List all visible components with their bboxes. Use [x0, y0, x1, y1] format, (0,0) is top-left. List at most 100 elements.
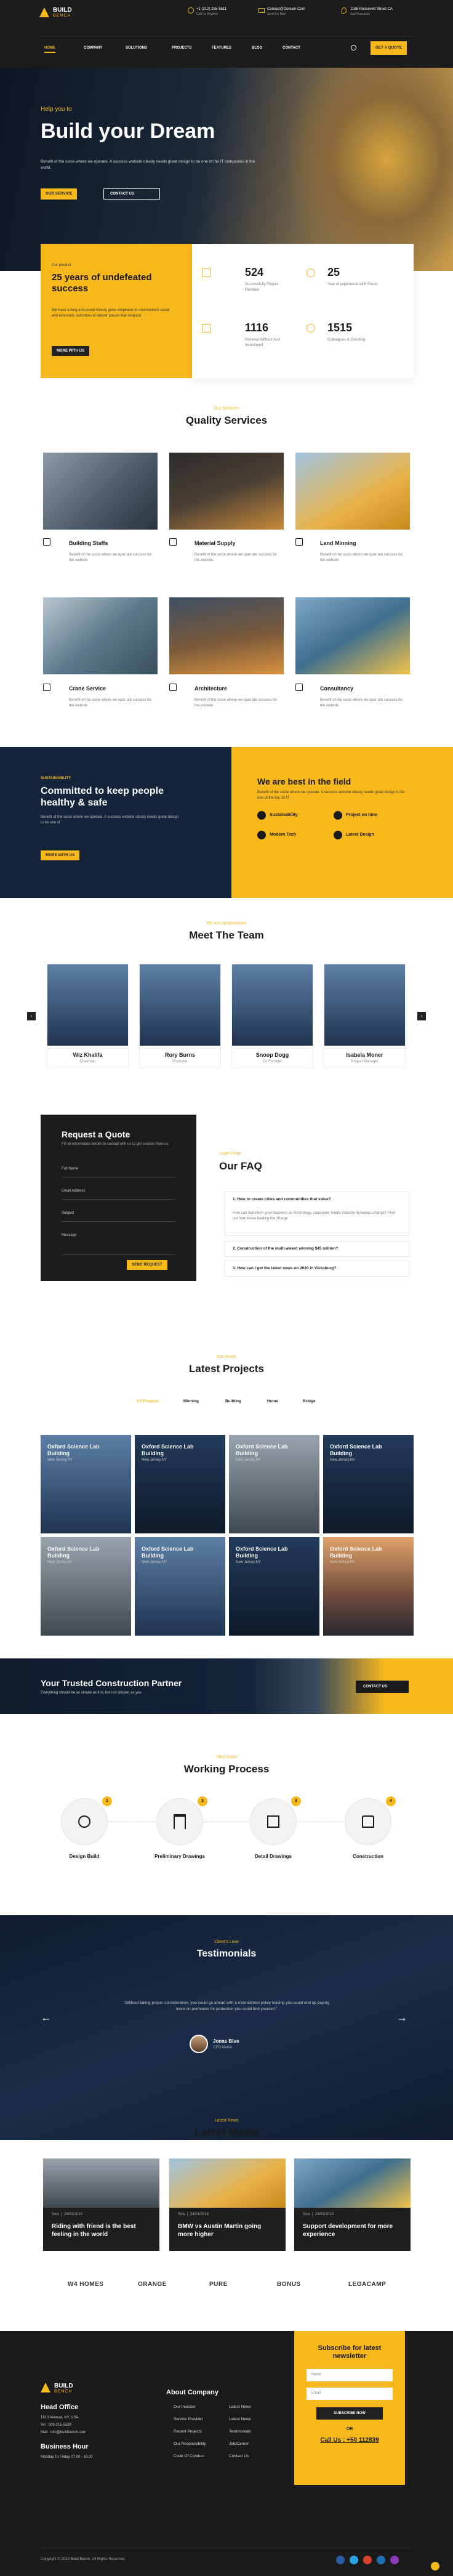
- newsletter-name-input[interactable]: Name: [307, 2369, 393, 2381]
- footer-logo-line2: BENCH: [54, 2389, 73, 2394]
- contact-us-button[interactable]: CONTACT US: [103, 188, 160, 200]
- team-card-2[interactable]: Rory Burns Promoter: [139, 964, 221, 1068]
- project-tile-3[interactable]: Oxford Science Lab Building New Jersey,NY: [229, 1435, 319, 1533]
- email-address-placeholder: Email Address: [62, 1189, 86, 1193]
- filter-minning[interactable]: Minning: [183, 1399, 199, 1403]
- team-prev-arrow[interactable]: ‹: [27, 1012, 36, 1020]
- testimonial-next-arrow[interactable]: →: [396, 2011, 407, 2024]
- footer-link-8[interactable]: Testimonials: [229, 2429, 251, 2434]
- full-name-field[interactable]: Full Name: [62, 1164, 175, 1177]
- footer-link-4[interactable]: Our Responsibility: [174, 2442, 206, 2446]
- footer-link-2[interactable]: Service Provider: [174, 2417, 203, 2421]
- footer-link-10[interactable]: Contact Us: [229, 2454, 249, 2458]
- subject-field[interactable]: Subject: [62, 1208, 175, 1222]
- our-service-button[interactable]: OUR SERVICE: [41, 188, 78, 200]
- team-card-1[interactable]: Wiz Khalifa Chairman: [47, 964, 129, 1068]
- project-tile-4[interactable]: Oxford Science Lab Building New Jersey,NY: [323, 1435, 414, 1533]
- team-photo-1: [47, 964, 128, 1046]
- footer-link-1[interactable]: Our Investor: [174, 2405, 196, 2409]
- facebook-icon[interactable]: [336, 2556, 345, 2564]
- team-name-1: Wiz Khalifa: [73, 1052, 103, 1058]
- nav-item-features[interactable]: FEATURES: [212, 46, 231, 50]
- team-next-arrow[interactable]: ›: [417, 1012, 426, 1020]
- filter-all-projects[interactable]: All Projects: [137, 1399, 159, 1403]
- stat-value-2: 25: [327, 266, 340, 278]
- linkedin-icon[interactable]: [377, 2556, 385, 2564]
- filter-home[interactable]: Home: [267, 1399, 278, 1403]
- project-title-6: Oxford Science Lab Building: [142, 1546, 194, 1559]
- service-title-2[interactable]: Material Supply: [194, 540, 236, 546]
- media-card-3[interactable]: Sow | 24/01/2018 Support development for…: [294, 2158, 411, 2251]
- nav-item-company[interactable]: COMPANY: [84, 46, 102, 50]
- sustain-right-title: We are best in the field: [257, 777, 351, 786]
- subscribe-button[interactable]: SUBSCRIBE NOW: [316, 2407, 383, 2420]
- get-quote-button[interactable]: GET A QUOTE: [371, 41, 407, 55]
- nav-item-contact[interactable]: CONTACT: [283, 46, 300, 50]
- footer-link-9[interactable]: Job/Career: [229, 2442, 249, 2446]
- faq-item-2[interactable]: 2. Construction of the multi-award winni…: [225, 1241, 409, 1257]
- faq-item-1[interactable]: 1. How to create cities and communities …: [225, 1192, 409, 1236]
- hero-title: Build your Dream: [41, 119, 215, 143]
- media-card-2[interactable]: Sow | 24/01/2018 BMW vs Austin Martin go…: [169, 2158, 286, 2251]
- partner-logo-4[interactable]: BONUS: [277, 2281, 301, 2288]
- team-card-4[interactable]: Isabela Moner Project Manager: [324, 964, 406, 1068]
- search-icon[interactable]: [351, 45, 356, 50]
- project-sub-5: New Jersey,NY: [47, 1561, 73, 1564]
- service-title-6[interactable]: Consultancy: [320, 685, 353, 692]
- media-author-3: Sow: [303, 2213, 310, 2216]
- project-tile-1[interactable]: Oxford Science Lab Building New Jersey,NY: [41, 1435, 131, 1533]
- service-title-3[interactable]: Land Minning: [320, 540, 356, 546]
- nav-item-home[interactable]: HOME: [44, 46, 55, 53]
- service-image-architecture: [169, 597, 284, 674]
- copyright: Copyright © 2019 Build Bench. All Rights…: [41, 2558, 126, 2561]
- faq-item-3[interactable]: 3. How can I get the latest news on 2020…: [225, 1261, 409, 1277]
- partner-logo-3[interactable]: PURE: [209, 2281, 228, 2288]
- testimonial-prev-arrow[interactable]: ←: [41, 2011, 52, 2024]
- scroll-top-button[interactable]: [431, 2562, 439, 2570]
- message-field[interactable]: Message: [62, 1230, 175, 1255]
- newsletter-name-placeholder: Name: [311, 2373, 322, 2376]
- newsletter-call[interactable]: Call Us : +50 112839: [294, 2437, 405, 2444]
- nav-item-blog[interactable]: BLOG: [252, 46, 262, 50]
- footer-link-7[interactable]: Latest News: [229, 2417, 251, 2421]
- media-card-1[interactable]: Sow | 24/01/2018 Riding with friend is t…: [43, 2158, 159, 2251]
- project-tile-6[interactable]: Oxford Science Lab Building New Jersey,NY: [135, 1537, 225, 1636]
- instagram-icon[interactable]: [390, 2556, 399, 2564]
- partner-contact-button[interactable]: CONTACT US: [356, 1681, 409, 1693]
- service-title-1[interactable]: Building Staffs: [69, 540, 108, 546]
- twitter-icon[interactable]: [350, 2556, 358, 2564]
- project-tile-7[interactable]: Oxford Science Lab Building New Jersey,NY: [229, 1537, 319, 1636]
- partner-logo-5[interactable]: LEGACAMP: [348, 2281, 386, 2288]
- project-tile-2[interactable]: Oxford Science Lab Building New Jersey,NY: [135, 1435, 225, 1533]
- business-hours: Monday To Friday 07.00 - 16.00: [41, 2455, 93, 2459]
- newsletter-email-input[interactable]: Email: [307, 2388, 393, 2400]
- phone-text: +1 (212) 255-5511: [196, 7, 227, 11]
- nav-item-solutions[interactable]: SOLUTIONS: [126, 46, 147, 50]
- hero-image-worker: [289, 68, 453, 271]
- team-role-1: Chairman: [79, 1060, 96, 1064]
- service-title-5[interactable]: Architecture: [194, 685, 227, 692]
- footer-link-6[interactable]: Latest News: [229, 2405, 251, 2409]
- partner-logo-1[interactable]: W4 HOMES: [68, 2281, 103, 2288]
- send-request-button[interactable]: SEND REQUEST: [127, 1260, 167, 1270]
- google-plus-icon[interactable]: [363, 2556, 372, 2564]
- team-card-3[interactable]: Snoop Dogg Co Founder: [231, 964, 313, 1068]
- logo[interactable]: BUILD BENCH: [39, 6, 89, 22]
- hero-kicker: Help you to: [41, 106, 72, 113]
- service-title-4[interactable]: Crane Service: [69, 685, 106, 692]
- about-yellow-card: Our product 25 years of undefeated succe…: [41, 244, 192, 378]
- footer-link-3[interactable]: Recent Projects: [174, 2429, 202, 2434]
- footer-link-5[interactable]: Code Of Conduct: [174, 2454, 204, 2458]
- project-tile-5[interactable]: Oxford Science Lab Building New Jersey,NY: [41, 1537, 131, 1636]
- sustain-more-button[interactable]: MORE WITH US: [41, 850, 80, 860]
- testimonial-role: CEO Media: [213, 2046, 233, 2049]
- project-tile-8[interactable]: Oxford Science Lab Building New Jersey,NY: [323, 1537, 414, 1636]
- partner-logo-2[interactable]: ORANGE: [138, 2281, 167, 2288]
- pencil-icon: [334, 831, 342, 839]
- filter-bridge[interactable]: Bridge: [303, 1399, 316, 1403]
- nav-item-projects[interactable]: PROJECTS: [172, 46, 191, 50]
- service-text-6: Benefit of the socie where we oper ate s…: [320, 698, 403, 708]
- email-address-field[interactable]: Email Address: [62, 1186, 175, 1200]
- filter-building[interactable]: Building: [225, 1399, 241, 1403]
- more-with-us-link[interactable]: MORE WITH US: [52, 346, 89, 356]
